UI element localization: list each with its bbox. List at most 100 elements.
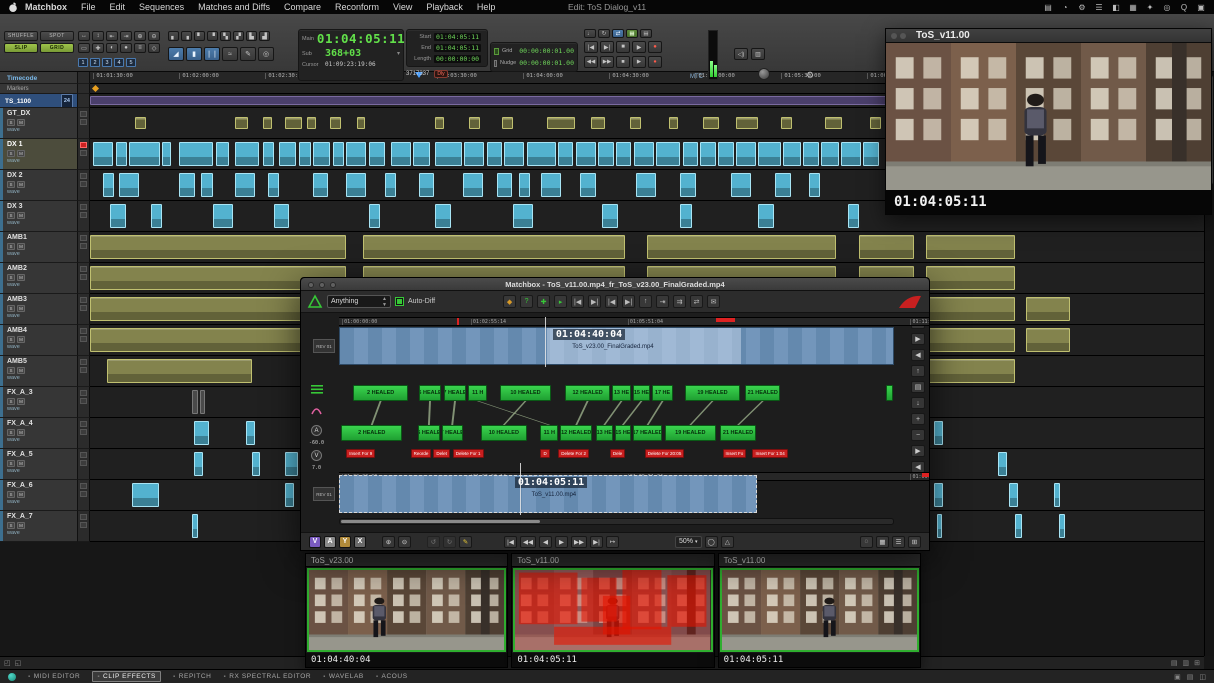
- matchbox-toolbar-icon-8[interactable]: ↑: [639, 295, 652, 308]
- audio-clip[interactable]: [369, 142, 386, 166]
- matchbox-titlebar[interactable]: Matchbox - ToS_v11.00.mp4_fr_ToS_v23.00_…: [301, 278, 929, 291]
- menubar-status-icon-5[interactable]: ▦: [1128, 3, 1138, 12]
- audio-clip[interactable]: [213, 204, 233, 228]
- small-tool-icon-11[interactable]: ◇: [148, 43, 160, 53]
- audio-clip[interactable]: [299, 142, 310, 166]
- track-gutter-box[interactable]: [80, 119, 87, 125]
- gear-icon[interactable]: ⚙: [806, 70, 814, 81]
- matchbox-top-ruler[interactable]: 01:00:00:0001:02:55:1401:05:51:0401:11:4…: [339, 317, 929, 326]
- audio-clip[interactable]: [385, 173, 396, 197]
- audio-clip[interactable]: [502, 117, 513, 129]
- menu-item-edit[interactable]: Edit: [103, 2, 133, 12]
- playback-nav-icon-4[interactable]: ▶▶: [571, 536, 587, 548]
- matchbox-right-tool-1[interactable]: ▶: [911, 333, 925, 345]
- audio-clip[interactable]: [107, 359, 252, 383]
- matchbox-right-tool-5[interactable]: ↓: [911, 397, 925, 409]
- audio-clip[interactable]: [1054, 483, 1061, 507]
- matchbox-toolbar-icon-0[interactable]: ◆: [503, 295, 516, 308]
- audition-a-button[interactable]: A: [311, 425, 322, 436]
- healed-clip[interactable]: 15 HE: [633, 385, 650, 401]
- menubar-status-icon-8[interactable]: Q: [1179, 3, 1189, 12]
- audio-clip[interactable]: [151, 204, 162, 228]
- audio-clip[interactable]: [547, 117, 575, 129]
- audio-clip[interactable]: [519, 173, 530, 197]
- transport-option-icon-2[interactable]: ⇄: [612, 29, 624, 38]
- healed-clip[interactable]: 2 HEALED: [353, 385, 409, 401]
- diff-marker[interactable]: Reorde: [411, 449, 432, 458]
- zoom-preset-icon-4[interactable]: ▚: [220, 31, 231, 41]
- diff-marker[interactable]: D: [540, 449, 549, 458]
- healed-clip[interactable]: 10 HEALED: [500, 385, 551, 401]
- audio-clip[interactable]: [859, 235, 915, 259]
- track-header-amb3[interactable]: AMB3SMwave: [0, 294, 78, 325]
- statusbar-right-icon-0[interactable]: ▣: [1174, 673, 1181, 681]
- zoom-preset-icon-3[interactable]: ▝: [207, 31, 218, 41]
- audio-clip[interactable]: [435, 204, 451, 228]
- audio-clip[interactable]: [90, 297, 302, 321]
- transport-option-icon-1[interactable]: ↻: [598, 29, 610, 38]
- solo-button-dx-2[interactable]: S: [7, 181, 15, 188]
- small-tool-icon-0[interactable]: ↔: [78, 31, 90, 41]
- audio-clip[interactable]: [274, 204, 290, 228]
- small-tool-icon-7[interactable]: ✚: [92, 43, 104, 53]
- nudge-icon[interactable]: [494, 60, 497, 67]
- diff-marker[interactable]: Dele: [610, 449, 625, 458]
- mute-button-amb4[interactable]: M: [17, 336, 25, 343]
- reference-video-clip[interactable]: 01:04:40:04ToS_v23.00_FinalGraded.mp4: [339, 327, 894, 365]
- healed-clip[interactable]: 12 HEALED: [560, 425, 592, 441]
- track-gutter-box[interactable]: [80, 328, 87, 334]
- healed-clip[interactable]: 11 H: [540, 425, 558, 441]
- track-view-selector-fx-a-6[interactable]: wave: [7, 499, 75, 505]
- healed-clip[interactable]: 6 HEALE: [419, 385, 441, 401]
- foot-view-icon-2[interactable]: ☰: [892, 536, 905, 548]
- marker-icon[interactable]: [92, 85, 99, 92]
- track-header-amb1[interactable]: AMB1SMwave: [0, 232, 78, 263]
- solo-button-amb1[interactable]: S: [7, 243, 15, 250]
- expand-icon[interactable]: ⊞: [1194, 659, 1200, 667]
- audio-clip[interactable]: [736, 117, 758, 129]
- video-window[interactable]: ToS_v11.00 01:04:05:11: [885, 28, 1212, 215]
- audio-clip[interactable]: [825, 117, 842, 129]
- audio-clip[interactable]: [1026, 328, 1071, 352]
- solo-button-fx-a-6[interactable]: S: [7, 491, 15, 498]
- undo-icon[interactable]: ↺: [427, 536, 440, 548]
- audio-clip[interactable]: [870, 117, 881, 129]
- healed-clip[interactable]: 17 HE: [652, 385, 673, 401]
- audio-clip[interactable]: [487, 142, 503, 166]
- grid-value[interactable]: 00:00:00:01.00: [519, 47, 574, 55]
- track-header-amb2[interactable]: AMB2SMwave: [0, 263, 78, 294]
- transport-icon-2[interactable]: ■: [616, 41, 630, 53]
- audio-clip[interactable]: [93, 142, 113, 166]
- healed-clip[interactable]: 12 HEALED: [565, 385, 609, 401]
- track-gutter-box[interactable]: [80, 235, 87, 241]
- menubar-status-icon-2[interactable]: ⚙: [1077, 3, 1087, 12]
- matchbox-right-tool-6[interactable]: +: [911, 413, 925, 425]
- track-gutter-box[interactable]: [80, 297, 87, 303]
- monitor-panel-1[interactable]: ToS_v11.0001:04:05:11: [511, 553, 714, 668]
- mute-button-gt-dx[interactable]: M: [17, 119, 25, 126]
- grid-view-icon[interactable]: ▤: [1171, 659, 1178, 667]
- matchbox-toolbar-icon-2[interactable]: ✚: [537, 295, 550, 308]
- diff-marker[interactable]: Insert For 9: [346, 449, 375, 458]
- audio-clip[interactable]: [464, 142, 484, 166]
- audio-clip[interactable]: [307, 117, 316, 129]
- track-name-dx-2[interactable]: DX 2: [7, 171, 75, 180]
- audio-clip[interactable]: [313, 173, 329, 197]
- list-view-icon[interactable]: ▥: [1183, 659, 1190, 667]
- solo-button-amb5[interactable]: S: [7, 367, 15, 374]
- mute-button-fx-a-6[interactable]: M: [17, 491, 25, 498]
- statusbar-item-acous[interactable]: ▪ACOUS: [376, 673, 408, 680]
- audio-clip[interactable]: [700, 142, 716, 166]
- apple-menu-icon[interactable]: [8, 2, 18, 13]
- track-header-amb5[interactable]: AMB5SMwave: [0, 356, 78, 387]
- audio-clip[interactable]: [680, 173, 696, 197]
- diff-marker[interactable]: Delete For 2: [558, 449, 589, 458]
- menu-item-sequences[interactable]: Sequences: [132, 2, 191, 12]
- edit-tool-icon-5[interactable]: ◎: [258, 47, 274, 61]
- mode-button-slip[interactable]: SLIP: [4, 43, 38, 53]
- audio-clip[interactable]: [527, 142, 556, 166]
- audio-clip[interactable]: [179, 173, 195, 197]
- edit-tool-icon-2[interactable]: ❘❘: [204, 47, 220, 61]
- small-tool-icon-5[interactable]: ⊖: [148, 31, 160, 41]
- healed-clip[interactable]: 19 HEALED: [685, 385, 741, 401]
